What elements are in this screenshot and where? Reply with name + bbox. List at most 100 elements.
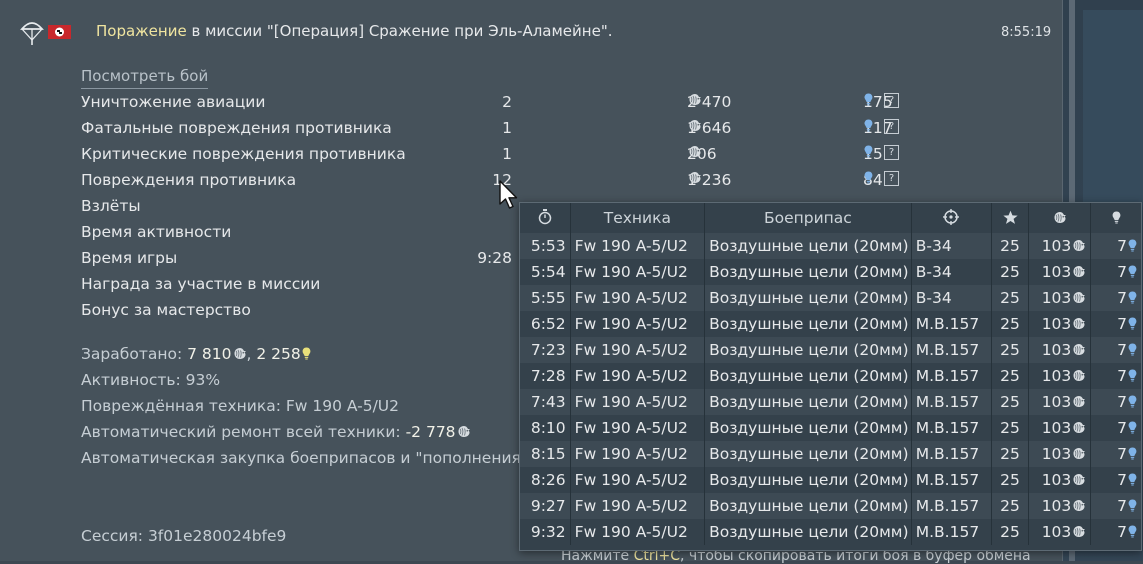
row-ammo: Воздушные цели (20мм) (704, 467, 912, 493)
row-ammo: Воздушные цели (20мм) (704, 389, 912, 415)
header-silver (1028, 203, 1092, 233)
row-silver: 103 (1028, 519, 1092, 545)
research-point-icon (864, 93, 873, 106)
row-ammo: Воздушные цели (20мм) (704, 233, 912, 259)
row-silver-value: 103 (1041, 419, 1072, 437)
table-row: 5:53 Fw 190 A-5/U2 Воздушные цели (20мм) B-… (520, 233, 1141, 259)
row-score: 25 (991, 285, 1030, 311)
row-time: 6:52 (520, 311, 571, 337)
damaged-vehicle-line: Повреждённая техника: Fw 190 A-5/U2 (81, 397, 400, 415)
parachute-icon (20, 22, 44, 45)
row-silver-value: 103 (1041, 237, 1072, 255)
row-time: 8:26 (520, 467, 571, 493)
cursor-icon (499, 180, 518, 209)
row-target: B-34 (911, 233, 992, 259)
row-silver: 103 (1028, 311, 1092, 337)
row-rp-value: 7 (1117, 471, 1127, 489)
row-rp: 7 (1090, 519, 1141, 545)
row-rp-value: 7 (1117, 289, 1127, 307)
research-point-icon (1128, 291, 1137, 304)
reward-count: 1 (502, 119, 512, 137)
silver-lion-icon (688, 119, 702, 132)
session-line: Сессия: 3f01e280024bfe9 (81, 527, 287, 545)
row-silver: 103 (1028, 415, 1092, 441)
row-vehicle: Fw 190 A-5/U2 (570, 233, 706, 259)
row-ammo: Воздушные цели (20мм) (704, 415, 912, 441)
reward-label: Критические повреждения противника (81, 145, 406, 163)
row-vehicle: Fw 190 A-5/U2 (570, 259, 706, 285)
silver-lion-icon (1072, 447, 1086, 460)
reward-label: Уничтожение авиации (81, 93, 266, 111)
activity-line: Активность: 93% (81, 371, 221, 389)
research-point-icon (1128, 421, 1137, 434)
view-battle-link[interactable]: Посмотреть бой (81, 67, 209, 89)
row-rp-value: 7 (1117, 523, 1127, 541)
row-silver-value: 103 (1041, 471, 1072, 489)
target-icon (943, 209, 960, 225)
research-point-icon (864, 119, 873, 132)
earned-label: Заработано: (81, 345, 183, 363)
silver-lion-icon (1053, 211, 1067, 224)
mission-name: в миссии "[Операция] Сражение при Эль-Ал… (186, 22, 613, 40)
row-score: 25 (991, 389, 1030, 415)
row-rp-value: 7 (1117, 315, 1127, 333)
row-time: 7:23 (520, 337, 571, 363)
help-icon[interactable]: ? (884, 93, 899, 108)
reward-count: 9:28 (477, 249, 512, 267)
research-point-icon (1112, 211, 1121, 224)
row-vehicle: Fw 190 A-5/U2 (570, 415, 706, 441)
table-row: 7:43 Fw 190 A-5/U2 Воздушные цели (20мм) M.… (520, 389, 1141, 415)
row-ammo: Воздушные цели (20мм) (704, 441, 912, 467)
row-target: M.B.157 (911, 467, 992, 493)
row-ammo: Воздушные цели (20мм) (704, 363, 912, 389)
row-time: 9:32 (520, 519, 571, 545)
row-silver: 103 (1028, 363, 1092, 389)
row-rp: 7 (1090, 493, 1141, 519)
research-point-icon (1128, 473, 1137, 486)
header-vehicle: Техника (570, 203, 706, 233)
row-time: 9:27 (520, 493, 571, 519)
row-vehicle: Fw 190 A-5/U2 (570, 363, 706, 389)
help-icon[interactable]: ? (884, 145, 899, 160)
table-row: 8:26 Fw 190 A-5/U2 Воздушные цели (20мм) M.… (520, 467, 1141, 493)
help-icon[interactable]: ? (884, 171, 899, 186)
help-icon[interactable]: ? (884, 119, 899, 134)
repair-label: Автоматический ремонт всей техники: (81, 423, 401, 441)
reward-label: Фатальные повреждения противника (81, 119, 392, 137)
earned-silver: 7 810 (187, 345, 232, 363)
reward-label: Время активности (81, 223, 232, 241)
row-rp-value: 7 (1117, 419, 1127, 437)
row-rp: 7 (1090, 389, 1141, 415)
row-vehicle: Fw 190 A-5/U2 (570, 467, 706, 493)
silver-lion-icon (1072, 369, 1086, 382)
row-silver: 103 (1028, 285, 1092, 311)
header-time (520, 203, 571, 233)
table-row: 9:32 Fw 190 A-5/U2 Воздушные цели (20мм) M.… (520, 519, 1141, 545)
research-point-icon (1128, 265, 1137, 278)
silver-lion-icon (688, 145, 702, 158)
row-ammo: Воздушные цели (20мм) (704, 519, 912, 545)
silver-lion-icon (1072, 499, 1086, 512)
row-target: M.B.157 (911, 311, 992, 337)
row-silver: 103 (1028, 389, 1092, 415)
row-rp-value: 7 (1117, 341, 1127, 359)
research-point-icon (302, 347, 311, 360)
row-time: 5:54 (520, 259, 571, 285)
row-rp-value: 7 (1117, 237, 1127, 255)
row-score: 25 (991, 233, 1030, 259)
header-target (911, 203, 992, 233)
row-silver: 103 (1028, 259, 1092, 285)
research-point-icon (1128, 447, 1137, 460)
row-rp: 7 (1090, 259, 1141, 285)
row-vehicle: Fw 190 A-5/U2 (570, 493, 706, 519)
research-point-icon (1128, 343, 1137, 356)
table-row: 6:52 Fw 190 A-5/U2 Воздушные цели (20мм) M.… (520, 311, 1141, 337)
row-vehicle: Fw 190 A-5/U2 (570, 311, 706, 337)
header-ammo: Боеприпас (704, 203, 912, 233)
earned-line: Заработано: 7 810, 2 258 (81, 345, 311, 363)
row-time: 7:43 (520, 389, 571, 415)
row-target: M.B.157 (911, 441, 992, 467)
row-time: 8:15 (520, 441, 571, 467)
repair-value: -2 778 (405, 423, 456, 441)
row-target: M.B.157 (911, 519, 992, 545)
